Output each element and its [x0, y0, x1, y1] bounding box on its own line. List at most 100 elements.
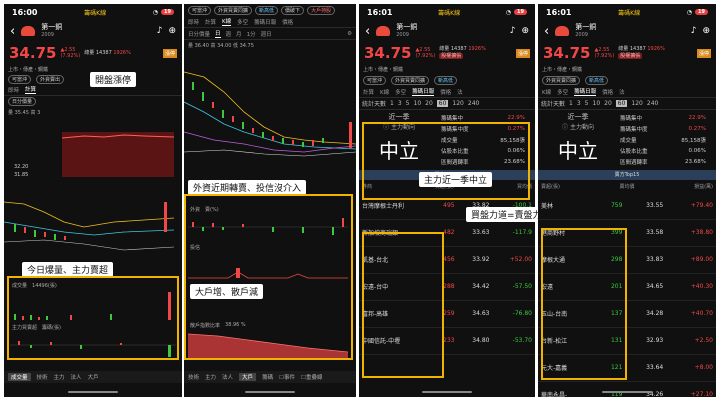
- tab-kline[interactable]: K線: [222, 17, 232, 26]
- battery-icon: 19: [695, 9, 708, 15]
- tab-realtime[interactable]: 即時: [8, 86, 19, 94]
- tab-volume[interactable]: 成交量: [8, 373, 31, 381]
- tab-price[interactable]: 價格: [602, 88, 613, 96]
- highlight-buy-list: [362, 232, 444, 378]
- app-logo-icon: [376, 26, 391, 36]
- tab-technical[interactable]: 技術: [37, 373, 48, 381]
- chip-foreign-investors[interactable]: 外資買賣同擴: [542, 75, 581, 85]
- checkbox-overlay[interactable]: ☐重疊線: [301, 373, 322, 381]
- status-bar: 16:01 籌碼K線 ◔ 19: [359, 4, 535, 20]
- tab-main-force[interactable]: 主力: [54, 373, 65, 381]
- day-chart-label[interactable]: 日分價量: [8, 97, 37, 106]
- candle: [312, 140, 314, 146]
- callout-major-up: 大戶增、散戶減: [190, 284, 264, 299]
- add-icon[interactable]: ⊕: [521, 26, 529, 36]
- tab-calc[interactable]: 計算: [205, 18, 216, 26]
- tab-institutional[interactable]: 法人: [222, 373, 233, 381]
- header: ‹ 第一銅 2009 ♪ ⊕: [359, 20, 535, 42]
- tab-chip-report[interactable]: 籌碼日報: [254, 18, 276, 26]
- tab-chip-report[interactable]: 籌碼日報: [574, 87, 597, 96]
- period-day[interactable]: 日: [215, 29, 221, 38]
- day-10[interactable]: 10: [593, 100, 601, 107]
- chip-new-high[interactable]: 新高低: [255, 5, 279, 15]
- day-240[interactable]: 240: [468, 100, 479, 107]
- info-icon[interactable]: ⓘ: [562, 124, 568, 131]
- status-badge: 股權擴張: [618, 53, 643, 59]
- day-60[interactable]: 60: [436, 100, 449, 107]
- screen-4: 16:01 籌碼K線 ◔ 19 ‹ 第一銅 2009 ♪ ⊕ 34.75 ▲2.55(…: [538, 4, 716, 397]
- tab-calc[interactable]: 計算: [363, 88, 374, 96]
- chip-price-break[interactable]: 價破下: [281, 5, 305, 15]
- day-1[interactable]: 1: [569, 100, 573, 107]
- bell-icon[interactable]: ♪: [691, 26, 697, 36]
- tab-calc[interactable]: 計算: [25, 85, 37, 94]
- tab-realtime[interactable]: 即時: [188, 18, 199, 26]
- bell-icon[interactable]: ♪: [510, 26, 516, 36]
- period-day-chart[interactable]: 日分價量: [188, 30, 210, 38]
- back-icon[interactable]: ‹: [365, 24, 370, 39]
- day-60[interactable]: 60: [615, 100, 628, 107]
- day-1[interactable]: 1: [390, 100, 394, 107]
- back-icon[interactable]: ‹: [544, 24, 549, 39]
- settings-icon[interactable]: ⚙: [347, 31, 352, 37]
- period-week[interactable]: 週: [226, 30, 232, 38]
- tab-chips[interactable]: 籌碼: [262, 373, 273, 381]
- day-5[interactable]: 5: [585, 100, 589, 107]
- table-row[interactable]: 美林 759 33.55 +79.40: [538, 192, 716, 220]
- tab-kline[interactable]: K線: [542, 88, 551, 96]
- tab-price[interactable]: 價格: [440, 88, 451, 96]
- chip-new-high[interactable]: 新高低: [434, 75, 458, 85]
- tab-institutional[interactable]: 法人: [71, 373, 82, 381]
- screen-3: 16:01 籌碼K線 ◔ 19 ‹ 第一銅 2009 ♪ ⊕ 34.75 ▲2.55(…: [359, 4, 535, 397]
- chip-daytrade[interactable]: 可當沖: [188, 5, 212, 15]
- trust-line: [188, 271, 348, 279]
- day-3[interactable]: 3: [398, 100, 402, 107]
- tab-chip-report[interactable]: 籌碼日報: [412, 87, 435, 96]
- day-5[interactable]: 5: [406, 100, 410, 107]
- main-bar: [18, 341, 20, 345]
- tab-price[interactable]: 價格: [282, 18, 293, 26]
- tab-long-short[interactable]: 多空: [237, 18, 248, 26]
- checkbox-event[interactable]: ☐事件: [279, 373, 295, 381]
- tab-long-short[interactable]: 多空: [395, 88, 406, 96]
- day-3[interactable]: 3: [577, 100, 581, 107]
- tab-long-short[interactable]: 多空: [557, 88, 568, 96]
- tab-main-force[interactable]: 主力: [205, 373, 216, 381]
- day-20[interactable]: 20: [425, 100, 433, 107]
- ma-line-b: [4, 221, 175, 236]
- stock-title: 第一銅 2009: [396, 23, 418, 38]
- chip-foreign[interactable]: 外資賣出: [36, 74, 65, 84]
- bell-icon[interactable]: ♪: [157, 26, 163, 36]
- add-icon[interactable]: ⊕: [702, 26, 710, 36]
- candle: [232, 116, 234, 122]
- chip-new-high[interactable]: 新高低: [585, 75, 609, 85]
- period-1min[interactable]: 1分: [247, 30, 256, 38]
- tab-technical[interactable]: 技術: [188, 373, 199, 381]
- wifi-icon: ◔: [686, 8, 693, 16]
- chip-daytrade[interactable]: 可當沖: [8, 74, 32, 84]
- chip-foreign-investors[interactable]: 外資買賣同擴: [391, 75, 430, 85]
- period-bar: 日分價量 日 週 月 1分 週日 ⚙: [184, 28, 356, 40]
- table-row[interactable]: 華南永昌- 119 34.26 +27.10: [538, 381, 716, 397]
- ma-line-a: [184, 71, 356, 145]
- back-icon[interactable]: ‹: [10, 24, 15, 39]
- tab-major-holders[interactable]: 大戶: [239, 373, 257, 381]
- tab-kline[interactable]: K線: [380, 88, 389, 96]
- status-bar: 16:01 籌碼K線 ◔ 19: [538, 4, 716, 20]
- tab-law[interactable]: 法: [457, 88, 463, 96]
- tab-major-holders[interactable]: 大戶: [88, 373, 99, 381]
- stock-title: 第一銅 2009: [41, 23, 63, 38]
- chip-major-holders[interactable]: 大戶持股: [307, 5, 336, 15]
- chip-foreign-investors[interactable]: 外資買賣同擴: [214, 5, 253, 15]
- day-120[interactable]: 120: [452, 100, 463, 107]
- day-120[interactable]: 120: [631, 100, 642, 107]
- tab-law[interactable]: 法: [619, 88, 625, 96]
- day-20[interactable]: 20: [604, 100, 612, 107]
- add-icon[interactable]: ⊕: [168, 26, 176, 36]
- chip-daytrade[interactable]: 可當沖: [363, 75, 387, 85]
- day-240[interactable]: 240: [647, 100, 658, 107]
- period-weekday[interactable]: 週日: [261, 30, 272, 38]
- period-month[interactable]: 月: [236, 30, 242, 38]
- main-bar: [50, 342, 52, 345]
- day-10[interactable]: 10: [414, 100, 422, 107]
